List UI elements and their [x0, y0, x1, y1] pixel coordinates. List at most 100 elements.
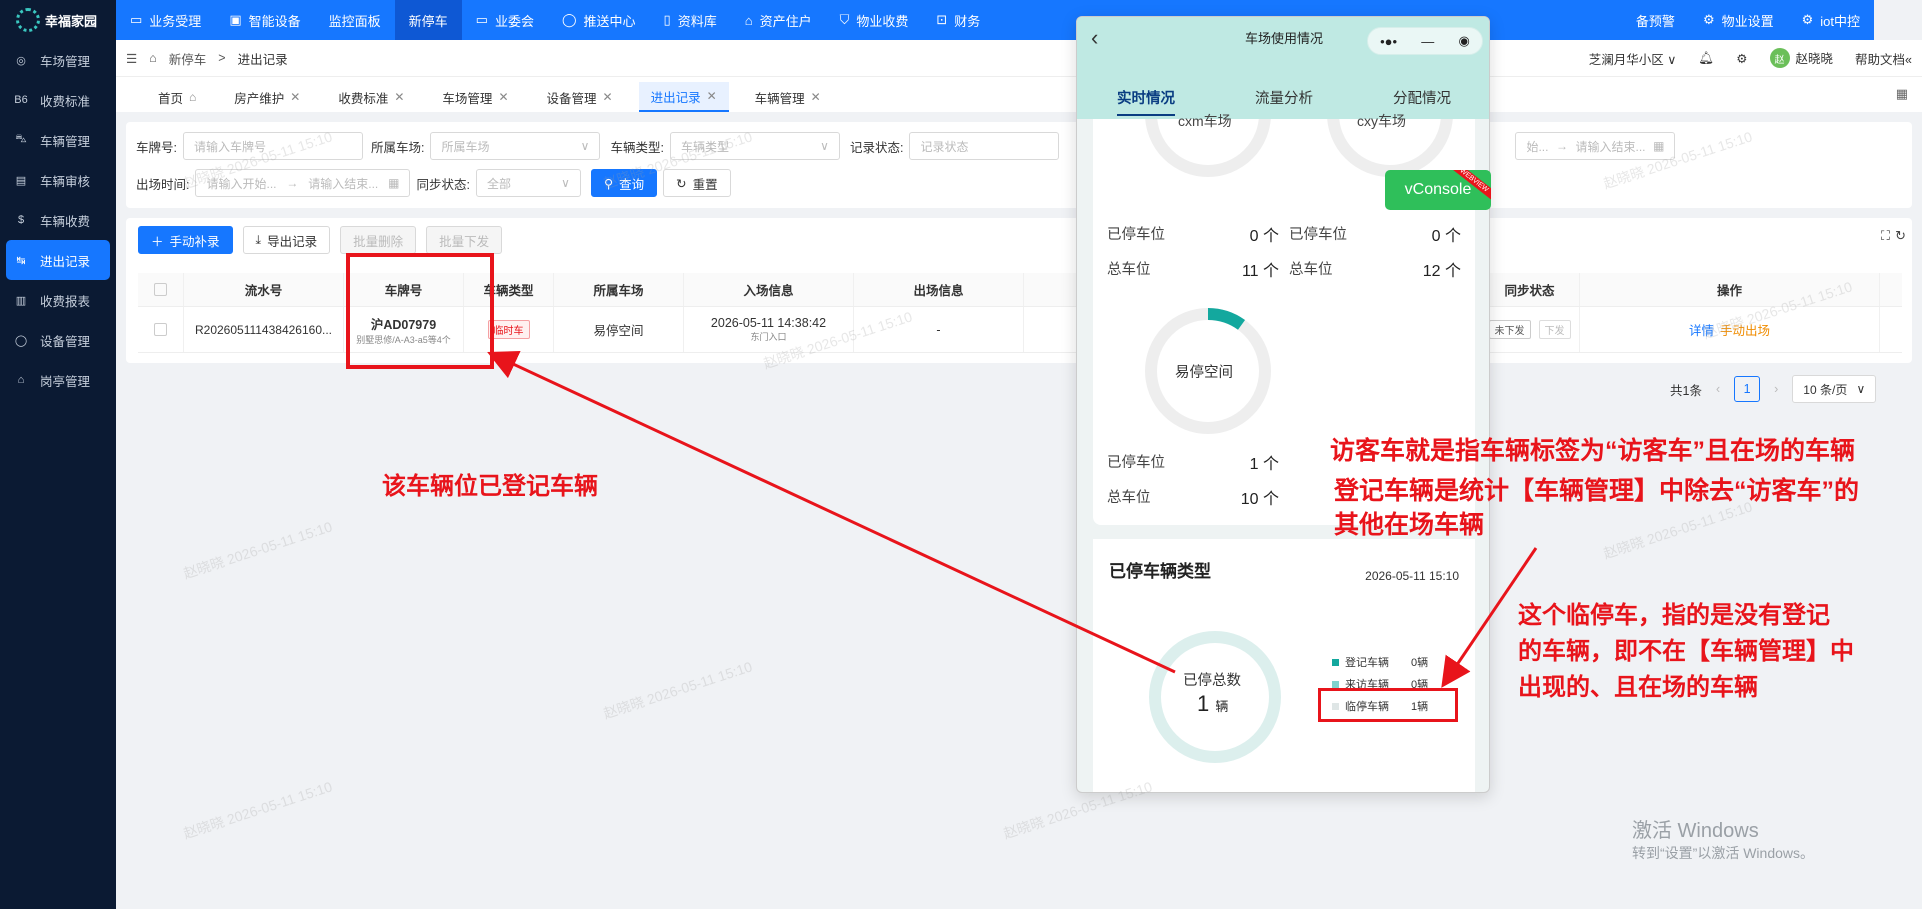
- export-button[interactable]: ⤓ 导出记录: [242, 226, 331, 254]
- status-select[interactable]: 记录状态: [909, 132, 1060, 160]
- plate-input[interactable]: 请输入车牌号: [182, 132, 363, 160]
- tab-5[interactable]: 进出记录 ✕: [638, 82, 729, 112]
- sidebar-item-7[interactable]: ◯ 设备管理: [0, 320, 116, 360]
- capsule-menu[interactable]: •●• — ◉: [1367, 27, 1483, 55]
- home-icon[interactable]: ⌂: [149, 51, 157, 65]
- legend-swatch: [1332, 680, 1339, 688]
- menu-fold-icon[interactable]: ☰: [126, 51, 137, 66]
- page-tabs: 首页 ⌂ 房产维护 ✕ 收费标准 ✕ 车场管理 ✕ 设备管理 ✕ 进出记录 ✕ 车辆管理 ✕: [116, 76, 1922, 112]
- nav-item-4[interactable]: ▭ 业委会: [462, 0, 548, 40]
- tab-flow[interactable]: 流量分析: [1255, 87, 1313, 116]
- reset-button[interactable]: ↻ 重置: [663, 169, 731, 197]
- page-size-select[interactable]: 10 条/页 ∨: [1792, 375, 1877, 403]
- booth-icon: ⌂: [17, 374, 25, 386]
- lot-select[interactable]: 所属车场 ∨: [430, 132, 601, 160]
- vconsole-button[interactable]: vConsole WEBVIEW: [1385, 170, 1491, 210]
- nav-item-8[interactable]: ⛉ 物业收费: [826, 0, 923, 40]
- sidebar-item-4[interactable]: $ 车辆收费: [0, 200, 116, 240]
- tab-1[interactable]: 房产维护 ✕: [222, 82, 312, 112]
- type-label: 车辆类型:: [610, 140, 664, 155]
- manual-add-button[interactable]: ＋手动补录: [138, 226, 233, 254]
- lot-name-yiting: 易停空间: [1175, 365, 1233, 381]
- grid-layout-icon[interactable]: ▦: [1896, 86, 1908, 102]
- close-icon[interactable]: ✕: [290, 90, 300, 104]
- sidebar-item-3[interactable]: ▤ 车辆审核: [0, 160, 116, 200]
- sidebar: 幸福家园 ◎ 车场管理 B6 收费标准 ⛍ 车辆管理 ▤ 车辆审核 $ 车辆收费 ↹ 进出记录 ▥ 收费报…: [0, 0, 116, 909]
- close-icon[interactable]: ✕: [603, 90, 613, 104]
- detail-link[interactable]: 详情: [1689, 320, 1714, 339]
- plate-label: 车牌号:: [136, 140, 177, 155]
- user-menu[interactable]: 赵赵晓晓: [1769, 48, 1833, 69]
- sidebar-item-0[interactable]: ◎ 车场管理: [0, 40, 116, 80]
- sidebar-item-1[interactable]: B6 收费标准: [0, 80, 116, 120]
- app-logo[interactable]: 幸福家园: [0, 0, 116, 40]
- sidebar-item-2[interactable]: ⛍ 车辆管理: [0, 120, 116, 160]
- tab-3[interactable]: 车场管理 ✕: [430, 82, 520, 112]
- time-range-input[interactable]: 请输入开始... → 请输入结束... ▦: [195, 169, 411, 197]
- prev-page-button[interactable]: ‹: [1716, 382, 1720, 396]
- tab-2[interactable]: 收费标准 ✕: [326, 82, 416, 112]
- sidebar-item-label: 进出记录: [40, 254, 91, 269]
- close-target-icon[interactable]: ◉: [1459, 33, 1470, 49]
- gear-icon[interactable]: ⚙: [1736, 51, 1747, 66]
- tab-6[interactable]: 车辆管理 ✕: [743, 82, 833, 112]
- stat-label: 总车位: [1107, 262, 1151, 278]
- col-serial: 流水号: [184, 273, 344, 306]
- nav-right-item-2[interactable]: ⚙ iot中控: [1788, 0, 1874, 40]
- tab-realtime[interactable]: 实时情况: [1117, 87, 1175, 116]
- sidebar-item-label: 收费报表: [40, 294, 91, 309]
- bell-icon[interactable]: 🔔︎: [1698, 51, 1714, 66]
- col-sync: 同步状态: [1480, 273, 1580, 306]
- refresh-icon: ↻: [676, 176, 687, 191]
- search-button[interactable]: ⚲ 查询: [590, 169, 658, 197]
- range-input[interactable]: 始... → 请输入结束... ▦: [1515, 132, 1676, 160]
- page-1-button[interactable]: 1: [1734, 376, 1761, 402]
- nav-item-3[interactable]: 新停车: [394, 0, 462, 40]
- stat-label: 总车位: [1107, 490, 1151, 506]
- type-select[interactable]: 车辆类型 ∨: [669, 132, 840, 160]
- nav-right-item-1[interactable]: ⚙ 物业设置: [1689, 0, 1788, 40]
- help-link[interactable]: 帮助文档«: [1855, 49, 1912, 68]
- stat-label: 已停车位: [1107, 227, 1165, 243]
- close-icon[interactable]: ✕: [707, 89, 717, 103]
- close-icon[interactable]: ✕: [498, 90, 508, 104]
- batch-delete-button[interactable]: 批量删除: [340, 226, 417, 254]
- tab-0[interactable]: 首页 ⌂: [146, 82, 208, 112]
- highlight-box-plate: [346, 253, 494, 369]
- nav-item-5[interactable]: ◯ 推送中心: [548, 0, 650, 40]
- close-icon[interactable]: ✕: [811, 90, 821, 104]
- minimize-icon[interactable]: —: [1421, 34, 1434, 49]
- nav-item-1[interactable]: ▣ 智能设备: [215, 0, 314, 40]
- donut-label: 已停总数: [1183, 673, 1241, 689]
- gauge-icon: ◎: [16, 54, 26, 67]
- nav-item-6[interactable]: ▯ 资料库: [650, 0, 731, 40]
- issue-button[interactable]: 下发: [1538, 320, 1571, 339]
- refresh-icon[interactable]: ↻: [1895, 228, 1906, 244]
- manual-exit-link[interactable]: 手动出场: [1720, 320, 1770, 339]
- breadcrumb-parent[interactable]: 新停车: [169, 49, 207, 68]
- sidebar-item-6[interactable]: ▥ 收费报表: [0, 280, 116, 320]
- nav-right-item-0[interactable]: 备预警: [1622, 0, 1689, 40]
- sync-select[interactable]: 全部 ∨: [475, 169, 581, 197]
- community-select[interactable]: 芝澜月华小区 ∨: [1589, 49, 1677, 68]
- car-icon: ⛍: [15, 133, 27, 145]
- close-icon[interactable]: ✕: [394, 90, 404, 104]
- chevron-down-icon: ∨: [1667, 52, 1677, 67]
- nav-item-0[interactable]: ▭ 业务受理: [116, 0, 215, 40]
- batch-issue-button[interactable]: 批量下发: [426, 226, 503, 254]
- next-page-button[interactable]: ›: [1774, 382, 1778, 396]
- sidebar-item-8[interactable]: ⌂ 岗亭管理: [0, 360, 116, 400]
- entry-time: 2026-05-11 14:38:42: [710, 316, 827, 330]
- highlight-box-legend: [1318, 688, 1458, 722]
- nav-item-2[interactable]: 监控面板: [315, 0, 395, 40]
- nav-item-7[interactable]: ⌂ 资产住户: [731, 0, 826, 40]
- more-icon[interactable]: •●•: [1380, 34, 1397, 49]
- fullscreen-icon[interactable]: ⛶: [1881, 228, 1890, 244]
- row-checkbox[interactable]: [154, 323, 167, 336]
- select-all-checkbox[interactable]: [154, 283, 167, 296]
- plus-icon: ＋: [151, 234, 164, 249]
- home-icon: ⌂: [189, 90, 197, 104]
- sidebar-item-5[interactable]: ↹ 进出记录: [6, 240, 110, 280]
- nav-item-9[interactable]: ⊡ 财务: [922, 0, 994, 40]
- tab-4[interactable]: 设备管理 ✕: [535, 82, 625, 112]
